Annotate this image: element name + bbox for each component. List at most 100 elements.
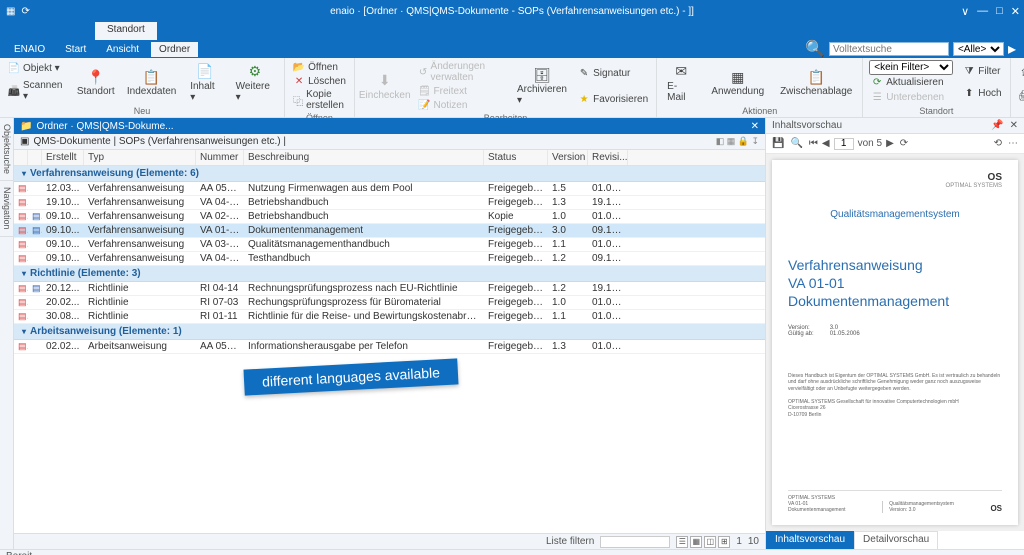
table-row[interactable]: ▤02.02...ArbeitsanweisungAA 05-03Informa…	[14, 340, 765, 354]
group-header[interactable]: ▾Richtlinie (Elemente: 3)	[14, 266, 765, 282]
col-erstellt[interactable]: Erstellt	[42, 150, 84, 165]
inhalt-button[interactable]: 📄Inhalt ▾	[186, 60, 223, 105]
col-nummer[interactable]: Nummer	[196, 150, 244, 165]
preview-save-icon[interactable]: 💾	[772, 138, 784, 149]
preview-more-icon[interactable]: ⋯	[1008, 138, 1018, 149]
group-header[interactable]: ▾Arbeitsanweisung (Elemente: 1)	[14, 324, 765, 340]
freitext-button: 🗒Freitext	[417, 84, 508, 98]
table-row[interactable]: ▤09.10...VerfahrensanweisungVA 03-01Qual…	[14, 238, 765, 252]
qat-refresh-icon[interactable]: ⟳	[21, 6, 29, 17]
filter-button[interactable]: ⧩Filter	[961, 64, 1003, 78]
email-button[interactable]: ✉E-Mail	[663, 60, 699, 105]
anwendung-button[interactable]: ▦Anwendung	[707, 60, 768, 105]
weitere-button[interactable]: ⚙Weitere ▾	[232, 60, 278, 105]
table-row[interactable]: ▤20.02...RichtlinieRI 07-03Rechungsprüfu…	[14, 296, 765, 310]
table-row[interactable]: ▤30.08...RichtlinieRI 01-11Richtlinie fü…	[14, 310, 765, 324]
side-tab-objektsuche[interactable]: Objektsuche	[0, 118, 13, 181]
side-tab-navigation[interactable]: Navigation	[0, 181, 13, 237]
path-bar: 📁 Ordner · QMS|QMS-Dokume... ✕	[14, 118, 765, 134]
breadcrumb-text: QMS-Dokumente | SOPs (Verfahrensanweisun…	[33, 136, 286, 147]
open-button[interactable]: 📂Öffnen	[291, 60, 348, 74]
breadcrumb[interactable]: ▣ QMS-Dokumente | SOPs (Verfahrensanweis…	[14, 134, 765, 150]
preview-first-icon[interactable]: ⏮	[809, 138, 818, 149]
menu-ansicht[interactable]: Ansicht	[98, 42, 147, 57]
document-list[interactable]: Erstellt Typ Nummer Beschreibung Status …	[14, 150, 765, 533]
preview-rotate-icon[interactable]: ⟲	[994, 138, 1002, 149]
preview-next-icon[interactable]: ▶	[886, 138, 894, 149]
page-num: 1	[736, 536, 742, 547]
breadcrumb-icon: ▣	[20, 136, 29, 147]
archive-button[interactable]: 🗄Archivieren ▾	[516, 60, 568, 112]
folder-icon: 📁	[20, 121, 32, 132]
table-row[interactable]: ▤▤09.10...VerfahrensanweisungVA 01-01Dok…	[14, 224, 765, 238]
print-button[interactable]: 🖨Drucken	[1017, 89, 1024, 103]
bereit-label: Bereit	[6, 551, 32, 555]
col-beschreibung[interactable]: Beschreibung	[244, 150, 484, 165]
preview-prev-icon[interactable]: ◀	[822, 138, 830, 149]
search-go-icon[interactable]: ▸	[1008, 39, 1016, 59]
col-version[interactable]: Version	[548, 150, 588, 165]
preview-refresh-icon[interactable]: ⟳	[900, 138, 908, 149]
menu-ordner[interactable]: Ordner	[151, 42, 198, 57]
ribbon: 📄Objekt ▾ 📠Scannen ▾ 📍Standort 📋Indexdat…	[0, 58, 1024, 118]
filter-input[interactable]	[600, 536, 670, 548]
pdf-icon: ▤	[18, 211, 28, 222]
new-object-button[interactable]: 📄Objekt ▾	[6, 62, 67, 76]
table-row[interactable]: ▤19.10...VerfahrensanweisungVA 04-04Betr…	[14, 196, 765, 210]
context-tab-standort[interactable]: Standort	[95, 22, 157, 40]
fulltext-search-input[interactable]	[829, 42, 949, 56]
dropdown-icon[interactable]: ∨	[961, 5, 969, 18]
preview-pin-icon[interactable]: 📌	[991, 120, 1003, 131]
view3-icon[interactable]: ◫	[704, 536, 716, 548]
preview-page: OS OPTIMAL SYSTEMS Qualitätsmanagementsy…	[772, 160, 1018, 525]
favorite-button[interactable]: ★Favorisieren	[576, 92, 650, 106]
bottom-bar: Bereit	[0, 549, 1024, 555]
search-icon[interactable]: 🔍	[805, 39, 825, 59]
path-close-icon[interactable]: ✕	[751, 121, 759, 132]
doc-qms-title: Qualitätsmanagementsystem	[788, 209, 1002, 220]
pdf-icon: ▤	[18, 341, 28, 352]
pdf-icon: ▤	[18, 297, 28, 308]
filter-select[interactable]: <kein Filter>	[869, 60, 953, 75]
view2-icon[interactable]: ▦	[690, 536, 702, 548]
pdf-icon: ▤	[18, 283, 28, 294]
col-revisi[interactable]: Revisi...	[588, 150, 628, 165]
table-row[interactable]: ▤▤20.12...RichtlinieRI 04-14Rechnungsprü…	[14, 282, 765, 296]
indexdaten-button[interactable]: 📋Indexdaten	[125, 60, 178, 105]
preview-close-icon[interactable]: ✕	[1010, 120, 1018, 131]
close-button[interactable]: ✕	[1011, 5, 1020, 18]
preview-zoom-icon[interactable]: 🔍	[790, 138, 802, 149]
table-row[interactable]: ▤▤09.10...VerfahrensanweisungVA 02-01Bet…	[14, 210, 765, 224]
notizen-button: 📝Notizen	[417, 98, 508, 112]
copy-button[interactable]: ⿻Kopie erstellen	[291, 88, 348, 112]
refresh-button[interactable]: ⟳Aktualisieren	[869, 76, 953, 90]
clipboard-button[interactable]: 📋Zwischenablage	[776, 60, 856, 105]
preview-tab-inhalt[interactable]: Inhaltsvorschau	[766, 531, 854, 549]
standort-button[interactable]: 📍Standort	[75, 60, 118, 105]
col-status[interactable]: Status	[484, 150, 548, 165]
delete-button[interactable]: ✕Löschen	[291, 74, 348, 88]
word-icon: ▤	[32, 211, 42, 222]
menu-start[interactable]: Start	[57, 42, 94, 57]
col-typ[interactable]: Typ	[84, 150, 196, 165]
search-scope-select[interactable]: <Alle>	[953, 42, 1004, 56]
menu-enaio[interactable]: ENAIO	[6, 42, 53, 57]
up-button[interactable]: ⬆Hoch	[961, 87, 1003, 101]
ribbon-group-standort: Standort	[869, 105, 1003, 117]
scan-button[interactable]: 📠Scannen ▾	[6, 79, 67, 103]
minimize-button[interactable]: —	[977, 5, 988, 17]
app-icon: ▦	[6, 6, 15, 17]
export-button[interactable]: ⇪Exportieren ▾	[1017, 62, 1024, 86]
view4-icon[interactable]: ⊞	[718, 536, 730, 548]
pdf-icon: ▤	[18, 239, 28, 250]
checkin-button: ⬇Einchecken	[361, 60, 409, 112]
view1-icon[interactable]: ☰	[676, 536, 688, 548]
maximize-button[interactable]: □	[996, 5, 1003, 17]
preview-page-input[interactable]	[834, 138, 854, 150]
group-header[interactable]: ▾Verfahrensanweisung (Elemente: 6)	[14, 166, 765, 182]
preview-tab-detail[interactable]: Detailvorschau	[854, 531, 938, 549]
promo-overlay: different languages available	[243, 358, 458, 395]
table-row[interactable]: ▤12.03...VerfahrensanweisungAA 05-05Nutz…	[14, 182, 765, 196]
table-row[interactable]: ▤09.10...VerfahrensanweisungVA 04-02Test…	[14, 252, 765, 266]
signatur-button[interactable]: ✎Signatur	[576, 66, 650, 80]
